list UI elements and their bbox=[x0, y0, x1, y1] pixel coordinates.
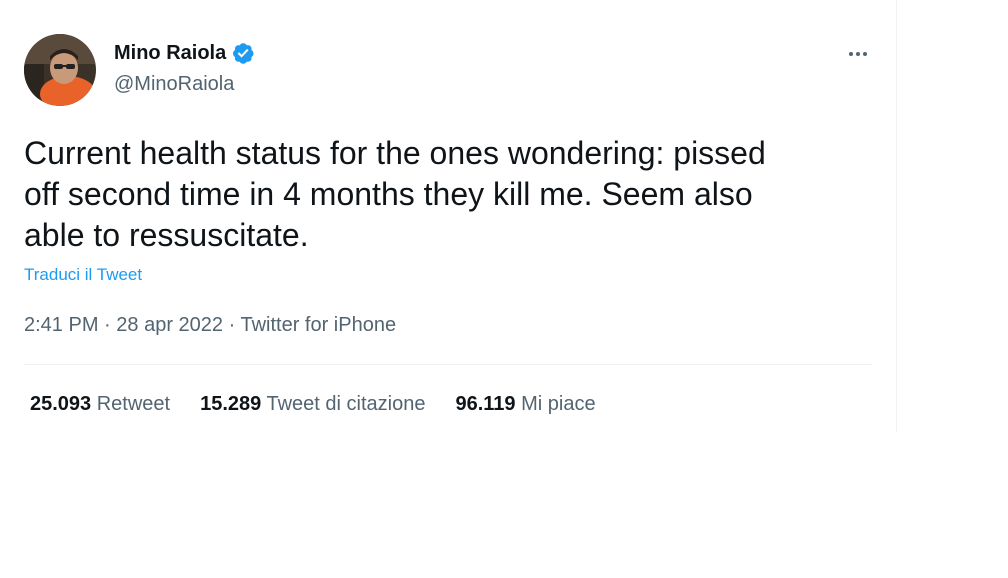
stat-count: 96.119 bbox=[455, 393, 516, 415]
meta-separator: · bbox=[223, 314, 241, 336]
more-horizontal-icon bbox=[849, 52, 867, 56]
stat-label: Retweet bbox=[96, 393, 171, 415]
author-display-name[interactable]: Mino Raiola bbox=[114, 42, 226, 65]
retweet-count[interactable]: 25.093 Retweet bbox=[30, 393, 170, 416]
stat-count: 25.093 bbox=[30, 393, 92, 415]
like-count[interactable]: 96.119 Mi piace bbox=[455, 393, 595, 416]
tweet-metadata: 2:41 PM · 28 apr 2022 · Twitter for iPho… bbox=[24, 314, 396, 337]
author-handle[interactable]: @MinoRaiola bbox=[114, 73, 234, 96]
verified-badge-icon bbox=[231, 41, 255, 65]
stat-count: 15.289 bbox=[200, 393, 262, 415]
stat-label: Tweet di citazione bbox=[266, 393, 426, 415]
tweet-source[interactable]: Twitter for iPhone bbox=[240, 314, 396, 336]
avatar-photo bbox=[24, 34, 96, 106]
tweet-date[interactable]: 28 apr 2022 bbox=[116, 314, 223, 336]
author-name-row: Mino Raiola bbox=[114, 41, 255, 65]
more-options-button[interactable] bbox=[840, 38, 876, 70]
translate-tweet-link[interactable]: Traduci il Tweet bbox=[24, 265, 142, 285]
tweet-text: Current health status for the ones wonde… bbox=[24, 135, 766, 253]
tweet-detail: Mino Raiola @MinoRaiola Current health s… bbox=[0, 0, 897, 432]
stat-label: Mi piace bbox=[521, 393, 596, 415]
meta-separator: · bbox=[98, 314, 117, 336]
quote-tweet-count[interactable]: 15.289 Tweet di citazione bbox=[200, 393, 425, 416]
tweet-time[interactable]: 2:41 PM bbox=[24, 314, 98, 336]
divider bbox=[24, 364, 872, 365]
tweet-stats: 25.093 Retweet 15.289 Tweet di citazione… bbox=[30, 393, 626, 416]
avatar[interactable] bbox=[24, 34, 96, 106]
